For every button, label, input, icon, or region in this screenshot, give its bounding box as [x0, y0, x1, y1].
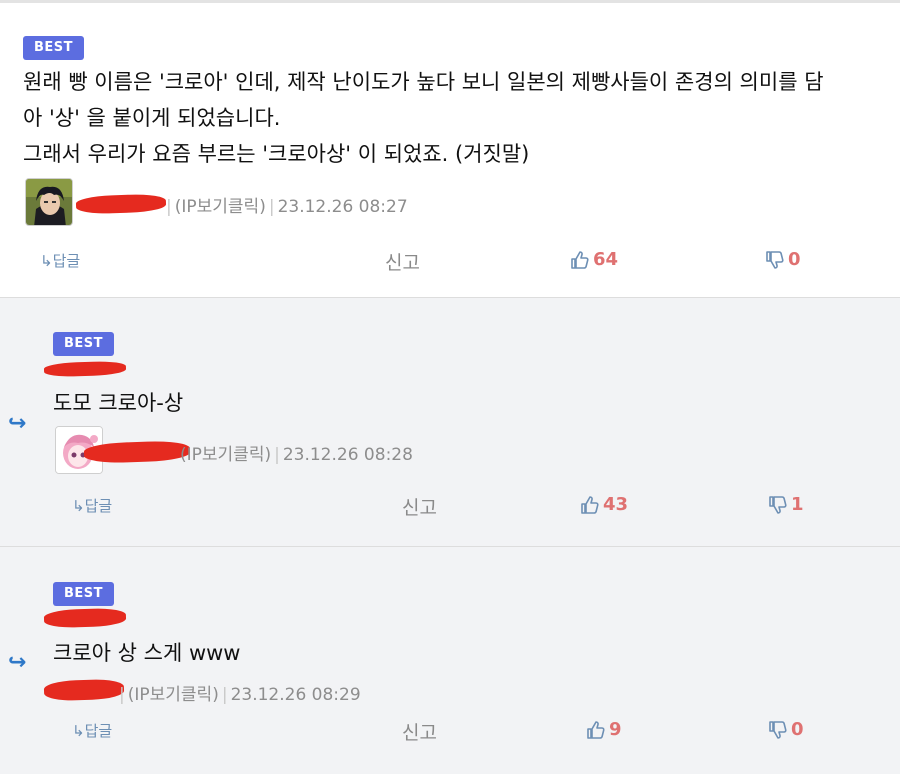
reply-arrow-icon: ↳	[72, 497, 85, 515]
upvote-button[interactable]: 64	[570, 249, 618, 270]
comment-text-line: 그래서 우리가 요즘 부르는 '크로아상' 이 되었죠. (거짓말)	[23, 142, 530, 166]
downvote-button[interactable]: 0	[765, 249, 801, 270]
ip-view-link[interactable]: (IP보기클릭)	[175, 197, 266, 217]
upvote-button[interactable]: 9	[586, 719, 622, 740]
comment-meta: | (IP보기클릭) | 23.12.26 08:29	[116, 680, 361, 705]
reply-button[interactable]: ↳답글	[72, 495, 112, 516]
reply-arrow-icon: ↳	[40, 252, 53, 270]
meta-separator: |	[166, 197, 172, 217]
comment-item: BEST 원래 빵 이름은 '크로아' 인데, 제작 난이도가 높다 보니 일본…	[0, 3, 900, 298]
report-button[interactable]: 신고	[402, 493, 437, 520]
timestamp: 23.12.26 08:28	[282, 445, 413, 465]
ip-view-link[interactable]: (IP보기클릭)	[128, 685, 219, 705]
comment-text-line: 원래 빵 이름은 '크로아' 인데, 제작 난이도가 높다 보니 일본의 제빵사…	[23, 70, 824, 94]
reply-indicator-icon: ↪	[8, 650, 27, 675]
thumbs-down-icon	[766, 250, 784, 269]
reply-indicator-icon: ↪	[8, 411, 27, 436]
downvote-count: 0	[791, 719, 804, 740]
ip-view-link[interactable]: (IP보기클릭)	[180, 445, 271, 465]
downvote-count: 0	[788, 249, 801, 270]
meta-separator: |	[119, 685, 125, 705]
comment-meta: | (IP보기클릭) | 23.12.26 08:27	[163, 192, 408, 217]
comment-item: BEST ↪ 크로아 상 스게 www | (IP보기클릭) | 23.12.26 0…	[0, 547, 900, 774]
reply-label: 답글	[52, 252, 81, 270]
reply-label: 답글	[84, 722, 113, 740]
timestamp: 23.12.26 08:29	[230, 685, 361, 705]
best-badge: BEST	[53, 332, 115, 356]
downvote-button[interactable]: 0	[768, 719, 804, 740]
reply-button[interactable]: ↳답글	[40, 250, 80, 271]
reply-label: 답글	[84, 497, 113, 515]
best-badge: BEST	[53, 582, 115, 606]
redacted-username	[43, 360, 127, 378]
avatar[interactable]	[25, 178, 73, 226]
reply-button[interactable]: ↳답글	[72, 720, 112, 741]
comment-text-line: 아 '상' 을 붙이게 되었습니다.	[23, 106, 281, 130]
best-badge: BEST	[23, 36, 85, 60]
comment-actions: ↳답글 신고 43 1	[0, 493, 900, 523]
upvote-count: 43	[603, 494, 629, 515]
upvote-count: 9	[609, 719, 622, 740]
redacted-username	[43, 678, 125, 702]
thumbs-up-icon	[587, 720, 605, 739]
meta-separator: |	[268, 197, 275, 217]
upvote-button[interactable]: 43	[580, 494, 628, 515]
comment-list: BEST 원래 빵 이름은 '크로아' 인데, 제작 난이도가 높다 보니 일본…	[0, 0, 900, 774]
downvote-button[interactable]: 1	[768, 494, 804, 515]
thumbs-up-icon	[571, 250, 589, 269]
comment-meta: (IP보기클릭) | 23.12.26 08:28	[180, 440, 413, 465]
redacted-username	[75, 193, 167, 215]
thumbs-down-icon	[769, 495, 787, 514]
report-button[interactable]: 신고	[402, 718, 437, 745]
comment-item: BEST ↪ 도모 크로아-상 (IP보기클릭) | 23.12.26 08:28 …	[0, 298, 900, 547]
comment-actions: ↳답글 신고 9 0	[0, 718, 900, 748]
thumbs-down-icon	[769, 720, 787, 739]
thumbs-up-icon	[581, 495, 599, 514]
upvote-count: 64	[593, 249, 619, 270]
report-button[interactable]: 신고	[385, 248, 420, 275]
meta-separator: |	[221, 685, 228, 705]
meta-separator: |	[274, 445, 280, 465]
timestamp: 23.12.26 08:27	[277, 197, 408, 217]
comment-text-line: 도모 크로아-상	[53, 391, 184, 415]
redacted-username	[43, 607, 127, 629]
dark-haired-character-avatar-icon	[26, 179, 72, 225]
comment-actions: ↳답글 신고 64 0	[0, 248, 900, 278]
comment-text-line: 크로아 상 스게 www	[53, 641, 241, 665]
reply-arrow-icon: ↳	[72, 722, 85, 740]
downvote-count: 1	[791, 494, 804, 515]
